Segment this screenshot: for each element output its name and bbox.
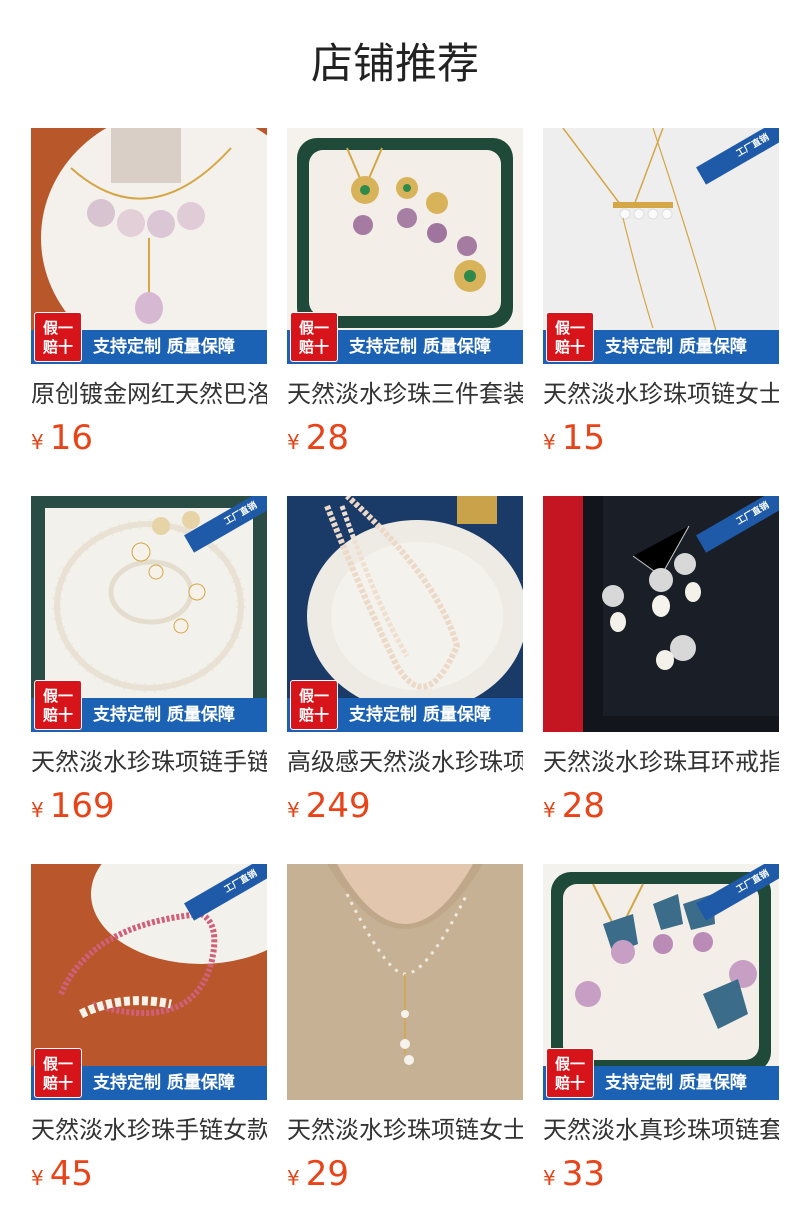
product-price: ¥ 28 bbox=[543, 786, 779, 830]
product-card[interactable]: 假一赔十 支持定制 质量保障 原创镀金网红天然巴洛克 ¥ 16 bbox=[31, 128, 267, 462]
product-image[interactable]: 工厂直销 假一 赔十 支持定制 质量保障 bbox=[543, 128, 779, 364]
product-card[interactable]: 工厂直销 天然淡水珍珠耳环戒指 ¥ 28 bbox=[543, 496, 779, 830]
promo-bar: 假一 赔十 支持定制 质量保障 bbox=[543, 1048, 779, 1100]
product-image[interactable]: 假一 赔十 支持定制 质量保障 bbox=[31, 128, 267, 364]
product-grid: 假一赔十 支持定制 质量保障 原创镀金网红天然巴洛克 ¥ 16 bbox=[0, 0, 790, 1232]
product-image[interactable]: 假一 赔十 支持定制 质量保障 bbox=[287, 128, 523, 364]
promo-bar: 假一 赔十 支持定制 质量保障 bbox=[287, 312, 523, 364]
currency-symbol: ¥ bbox=[543, 430, 556, 454]
product-title[interactable]: 天然淡水珍珠项链女士 bbox=[543, 376, 779, 412]
currency-symbol: ¥ bbox=[543, 1166, 556, 1190]
promo-bar: 假一 赔十 支持定制 质量保障 bbox=[31, 1048, 267, 1100]
product-price: ¥ 169 bbox=[31, 786, 267, 830]
promo-text: 支持定制 质量保障 bbox=[93, 337, 235, 357]
price-value: 29 bbox=[305, 1154, 349, 1194]
guarantee-tag: 假一 赔十 bbox=[34, 680, 82, 730]
product-card[interactable]: 工厂直销 假一 赔十 支持定制 质量保障 天然淡水珍珠项链女士 ¥ 15 bbox=[543, 128, 779, 462]
product-price: ¥ 16 bbox=[31, 418, 267, 462]
price-value: 15 bbox=[561, 418, 605, 458]
promo-text: 支持定制 质量保障 bbox=[349, 337, 491, 357]
product-title[interactable]: 天然淡水珍珠手链女款 bbox=[31, 1112, 267, 1148]
currency-symbol: ¥ bbox=[31, 1166, 44, 1190]
product-price: ¥ 15 bbox=[543, 418, 779, 462]
currency-symbol: ¥ bbox=[287, 798, 300, 822]
product-image[interactable]: 工厂直销 bbox=[543, 496, 779, 732]
price-value: 169 bbox=[49, 786, 115, 826]
guarantee-tag: 假一 赔十 bbox=[290, 312, 338, 362]
price-value: 16 bbox=[49, 418, 93, 458]
product-image[interactable]: 工厂直销 假一 赔十 支持定制 质量保障 bbox=[543, 864, 779, 1100]
product-price: ¥ 29 bbox=[287, 1154, 523, 1198]
product-price: ¥ 45 bbox=[31, 1154, 267, 1198]
product-image[interactable] bbox=[287, 864, 523, 1100]
price-value: 28 bbox=[561, 786, 605, 826]
product-card[interactable]: 天然淡水珍珠项链女士 ¥ 29 bbox=[287, 864, 523, 1198]
product-price: ¥ 33 bbox=[543, 1154, 779, 1198]
promo-text: 支持定制 质量保障 bbox=[605, 337, 747, 357]
product-price: ¥ 28 bbox=[287, 418, 523, 462]
product-title[interactable]: 原创镀金网红天然巴洛克 bbox=[31, 376, 267, 412]
currency-symbol: ¥ bbox=[31, 798, 44, 822]
promo-text: 支持定制 质量保障 bbox=[93, 705, 235, 725]
product-price: ¥ 249 bbox=[287, 786, 523, 830]
currency-symbol: ¥ bbox=[287, 1166, 300, 1190]
guarantee-tag: 假一 赔十 bbox=[34, 312, 82, 362]
guarantee-tag: 假一 赔十 bbox=[34, 1048, 82, 1098]
promo-text: 支持定制 质量保障 bbox=[93, 1073, 235, 1093]
product-image[interactable]: 工厂直销 假一 赔十 支持定制 质量保障 bbox=[31, 864, 267, 1100]
product-card[interactable]: 假一赔十 支持定制 质量保障 高级感天然淡水珍珠项链 ¥ 249 bbox=[287, 496, 523, 830]
product-card[interactable]: 工厂直销 假一 赔十 支持定制 质量保障 天然淡水珍珠项链手链 ¥ 169 bbox=[31, 496, 267, 830]
promo-bar: 假一 赔十 支持定制 质量保障 bbox=[31, 312, 267, 364]
price-value: 33 bbox=[561, 1154, 605, 1194]
product-title[interactable]: 高级感天然淡水珍珠项链 bbox=[287, 744, 523, 780]
product-title[interactable]: 天然淡水珍珠耳环戒指 bbox=[543, 744, 779, 780]
product-image[interactable]: 假一 赔十 支持定制 质量保障 bbox=[287, 496, 523, 732]
product-image[interactable]: 工厂直销 假一 赔十 支持定制 质量保障 bbox=[31, 496, 267, 732]
product-title[interactable]: 天然淡水珍珠项链女士 bbox=[287, 1112, 523, 1148]
product-title[interactable]: 天然淡水真珍珠项链套 bbox=[543, 1112, 779, 1148]
currency-symbol: ¥ bbox=[287, 430, 300, 454]
currency-symbol: ¥ bbox=[543, 798, 556, 822]
price-value: 45 bbox=[49, 1154, 93, 1194]
currency-symbol: ¥ bbox=[31, 430, 44, 454]
product-card[interactable]: 假一 赔十 支持定制 质量保障 天然淡水珍珠三件套装 ¥ 28 bbox=[287, 128, 523, 462]
guarantee-tag: 假一 赔十 bbox=[290, 680, 338, 730]
price-value: 28 bbox=[305, 418, 349, 458]
price-value: 249 bbox=[305, 786, 371, 826]
product-card[interactable]: 工厂直销 假一 赔十 支持定制 质量保障 天然淡水真珍珠项链套 ¥ 33 bbox=[543, 864, 779, 1198]
guarantee-tag: 假一 赔十 bbox=[546, 1048, 594, 1098]
promo-bar: 假一 赔十 支持定制 质量保障 bbox=[31, 680, 267, 732]
promo-bar: 假一 赔十 支持定制 质量保障 bbox=[287, 680, 523, 732]
guarantee-tag: 假一 赔十 bbox=[546, 312, 594, 362]
product-title[interactable]: 天然淡水珍珠项链手链 bbox=[31, 744, 267, 780]
promo-text: 支持定制 质量保障 bbox=[605, 1073, 747, 1093]
promo-bar: 假一 赔十 支持定制 质量保障 bbox=[543, 312, 779, 364]
product-card[interactable]: 工厂直销 假一 赔十 支持定制 质量保障 天然淡水珍珠手链女款 ¥ 45 bbox=[31, 864, 267, 1198]
product-title[interactable]: 天然淡水珍珠三件套装 bbox=[287, 376, 523, 412]
promo-text: 支持定制 质量保障 bbox=[349, 705, 491, 725]
